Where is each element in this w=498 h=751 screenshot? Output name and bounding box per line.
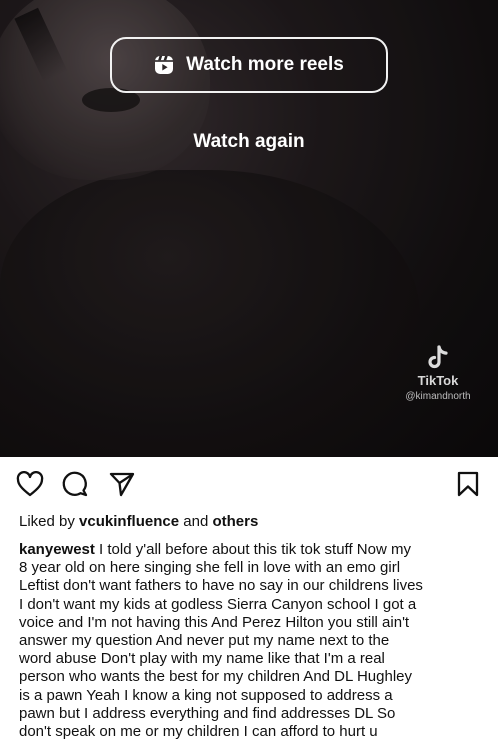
- heart-icon[interactable]: [14, 467, 46, 501]
- watch-more-reels-button[interactable]: Watch more reels: [110, 37, 388, 93]
- caption-line: word abuse Don't play with my name like …: [19, 650, 385, 668]
- caption-line: 8 year old on here singing she fell in l…: [19, 559, 401, 577]
- tiktok-handle: @kimandnorth: [405, 391, 471, 402]
- send-icon[interactable]: [106, 467, 138, 501]
- caption-line: pawn but I address everything and find a…: [19, 704, 396, 722]
- watch-more-reels-label: Watch more reels: [186, 54, 344, 75]
- tiktok-watermark: TikTok @kimandnorth: [388, 345, 488, 402]
- caption-author-link[interactable]: kanyewest: [19, 541, 95, 558]
- post-caption: kanyewest I told y'all before about this…: [19, 541, 489, 741]
- reel-video[interactable]: Watch more reels Watch again TikTok @kim…: [0, 0, 498, 457]
- caption-line: Leftist don't want fathers to have no sa…: [19, 577, 423, 595]
- liked-by-user-link[interactable]: vcukinfluence: [79, 513, 179, 530]
- bookmark-icon[interactable]: [452, 467, 484, 501]
- post-action-bar: [0, 467, 498, 503]
- caption-line: voice and I'm not having this And Perez …: [19, 613, 410, 631]
- reels-icon: [154, 55, 174, 75]
- caption-line: kanyewest I told y'all before about this…: [19, 541, 489, 559]
- likes-others-link[interactable]: others: [212, 513, 258, 530]
- likes-summary: Liked by vcukinfluence and others: [19, 513, 258, 530]
- tiktok-logo-icon: [427, 345, 449, 371]
- likes-and: and: [183, 513, 209, 530]
- watch-again-button[interactable]: Watch again: [0, 131, 498, 153]
- caption-line-text: I told y'all before about this tik tok s…: [94, 541, 411, 558]
- caption-line: I don't want my kids at godless Sierra C…: [19, 595, 417, 613]
- caption-line: person who wants the best for my childre…: [19, 668, 412, 686]
- caption-line: is a pawn Yeah I know a king not suppose…: [19, 686, 393, 704]
- caption-line: don't speak on me or my children I can a…: [19, 723, 378, 741]
- likes-prefix: Liked by: [19, 513, 75, 530]
- tiktok-brand-label: TikTok: [417, 373, 459, 388]
- comment-icon[interactable]: [59, 467, 91, 501]
- caption-line: answer my question And never put my name…: [19, 632, 390, 650]
